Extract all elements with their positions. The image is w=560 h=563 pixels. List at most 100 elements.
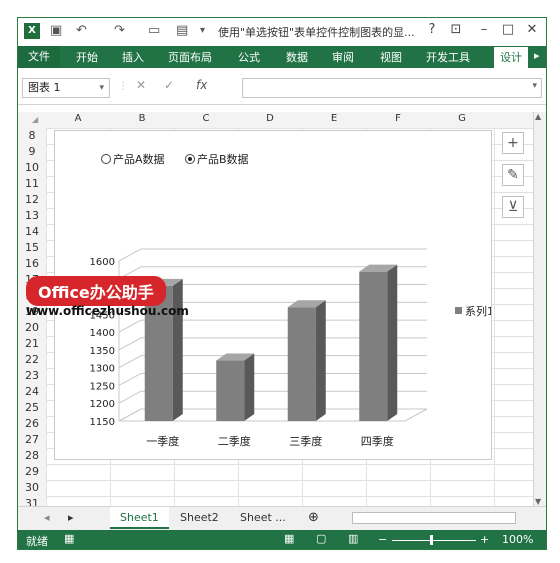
- minimize-button[interactable]: –: [474, 22, 494, 37]
- zoom-out-button[interactable]: −: [378, 533, 387, 546]
- column-header-e[interactable]: E: [302, 113, 366, 124]
- open-icon[interactable]: ▭: [148, 23, 160, 39]
- tab-developer[interactable]: 开发工具: [426, 49, 470, 65]
- y-tick-label: 1150: [90, 417, 115, 428]
- row-header[interactable]: 27: [18, 433, 46, 446]
- row-header[interactable]: 8: [18, 129, 46, 142]
- window-title: 使用"单选按钮"表单控件控制图表的显...: [218, 26, 415, 39]
- tab-formulas[interactable]: 公式: [238, 49, 260, 65]
- enter-icon[interactable]: ✓: [164, 78, 174, 92]
- row-header[interactable]: 26: [18, 417, 46, 430]
- bar-front: [287, 307, 316, 421]
- excel-window: X ▣ ↶ ↷ ▭ ▤ ▾ 使用"单选按钮"表单控件控制图表的显... ? ⊡ …: [17, 17, 547, 550]
- macro-record-icon[interactable]: ▦: [64, 532, 74, 545]
- scroll-down-icon[interactable]: ▼: [535, 497, 541, 506]
- tab-page-layout[interactable]: 页面布局: [168, 49, 212, 65]
- column-header-g[interactable]: G: [430, 113, 494, 124]
- row-header[interactable]: 9: [18, 145, 46, 158]
- bar-side: [244, 353, 255, 421]
- scroll-up-icon[interactable]: ▲: [535, 112, 541, 121]
- y-tick-label: 1300: [90, 364, 115, 375]
- row-header[interactable]: 21: [18, 337, 46, 350]
- column-headers: ◢ A B C D E F G: [18, 112, 546, 129]
- tab-review[interactable]: 审阅: [332, 49, 354, 65]
- sheet-tab-1[interactable]: Sheet1: [110, 507, 169, 529]
- row-header[interactable]: 25: [18, 401, 46, 414]
- tab-data[interactable]: 数据: [286, 49, 308, 65]
- chart-elements-button[interactable]: +: [502, 132, 524, 154]
- vertical-scrollbar[interactable]: ▲ ▼: [533, 112, 546, 506]
- row-header[interactable]: 10: [18, 161, 46, 174]
- name-box[interactable]: 图表 1 ▾: [22, 78, 110, 98]
- column-header-f[interactable]: F: [366, 113, 430, 124]
- bar-front: [216, 360, 245, 421]
- sheet-tab-2[interactable]: Sheet2: [170, 507, 229, 529]
- row-header[interactable]: 15: [18, 241, 46, 254]
- row-header[interactable]: 11: [18, 177, 46, 190]
- column-header-a[interactable]: A: [46, 113, 110, 124]
- row-header[interactable]: 29: [18, 465, 46, 478]
- add-sheet-icon[interactable]: ⊕: [298, 507, 329, 529]
- x-tick-label: 三季度: [289, 434, 322, 448]
- zoom-level[interactable]: 100%: [502, 533, 533, 546]
- ribbon-tabs: 文件 开始 插入 页面布局 公式 数据 审阅 视图 开发工具 设计 ▸: [18, 46, 546, 68]
- zoom-slider[interactable]: [392, 540, 476, 541]
- separator-icon: ⋮: [118, 81, 128, 92]
- print-preview-icon[interactable]: ▤: [176, 23, 188, 39]
- horizontal-scrollbar[interactable]: [352, 512, 516, 524]
- legend-swatch: [455, 307, 462, 314]
- zoom-slider-handle[interactable]: [430, 535, 433, 545]
- bar-front: [359, 271, 388, 421]
- sheet-nav-prev-icon[interactable]: ◂: [34, 507, 60, 529]
- formula-input[interactable]: ▾: [242, 78, 542, 98]
- row-header[interactable]: 22: [18, 353, 46, 366]
- help-button[interactable]: ?: [422, 22, 442, 37]
- maximize-button[interactable]: □: [498, 22, 518, 37]
- zoom-in-button[interactable]: +: [480, 533, 489, 546]
- select-all-icon[interactable]: ◢: [32, 115, 38, 124]
- status-ready: 就绪: [26, 535, 48, 548]
- tab-file[interactable]: 文件: [18, 46, 60, 68]
- row-header[interactable]: 14: [18, 225, 46, 238]
- row-header[interactable]: 12: [18, 193, 46, 206]
- ribbon-scroll-icon[interactable]: ▸: [534, 49, 540, 62]
- tab-home[interactable]: 开始: [76, 49, 98, 65]
- row-header[interactable]: 20: [18, 321, 46, 334]
- quick-access-dropdown-icon[interactable]: ▾: [200, 23, 205, 39]
- row-header[interactable]: 23: [18, 369, 46, 382]
- sheet-nav-next-icon[interactable]: ▸: [58, 507, 84, 529]
- status-bar: 就绪 ▦ ▦ ▢ ▥ − + 100%: [18, 530, 546, 549]
- ribbon-display-button[interactable]: ⊡: [446, 22, 466, 37]
- sheet-tab-3[interactable]: Sheet ...: [230, 507, 296, 529]
- chart-styles-button[interactable]: ✎: [502, 164, 524, 186]
- tab-insert[interactable]: 插入: [122, 49, 144, 65]
- column-header-b[interactable]: B: [110, 113, 174, 124]
- row-header[interactable]: 16: [18, 257, 46, 270]
- row-header[interactable]: 13: [18, 209, 46, 222]
- bar-side: [172, 278, 183, 421]
- title-bar: X ▣ ↶ ↷ ▭ ▤ ▾ 使用"单选按钮"表单控件控制图表的显... ? ⊡ …: [18, 18, 546, 46]
- insert-function-icon[interactable]: fx: [196, 78, 207, 92]
- expand-formula-icon[interactable]: ▾: [532, 81, 537, 91]
- redo-icon[interactable]: ↷: [114, 23, 125, 39]
- sheet-tab-bar: ◂ ▸ Sheet1 Sheet2 Sheet ... ⊕: [18, 506, 546, 531]
- row-header[interactable]: 24: [18, 385, 46, 398]
- cancel-icon[interactable]: ✕: [136, 78, 146, 92]
- page-layout-view-icon[interactable]: ▢: [316, 532, 326, 545]
- tab-design[interactable]: 设计: [494, 47, 528, 68]
- chart-filters-button[interactable]: ⊻: [502, 196, 524, 218]
- undo-icon[interactable]: ↶: [76, 23, 87, 39]
- formula-bar: 图表 1 ▾ ⋮ ✕ ✓ fx ▾: [18, 72, 546, 105]
- row-header[interactable]: 28: [18, 449, 46, 462]
- column-header-c[interactable]: C: [174, 113, 238, 124]
- x-tick-label: 四季度: [361, 434, 394, 448]
- y-tick-label: 1600: [90, 257, 115, 268]
- column-header-d[interactable]: D: [238, 113, 302, 124]
- tab-view[interactable]: 视图: [380, 49, 402, 65]
- save-icon[interactable]: ▣: [50, 23, 62, 39]
- close-button[interactable]: ✕: [522, 22, 542, 37]
- row-header[interactable]: 30: [18, 481, 46, 494]
- normal-view-icon[interactable]: ▦: [284, 532, 294, 545]
- page-break-view-icon[interactable]: ▥: [348, 532, 358, 545]
- chevron-down-icon[interactable]: ▾: [99, 79, 104, 97]
